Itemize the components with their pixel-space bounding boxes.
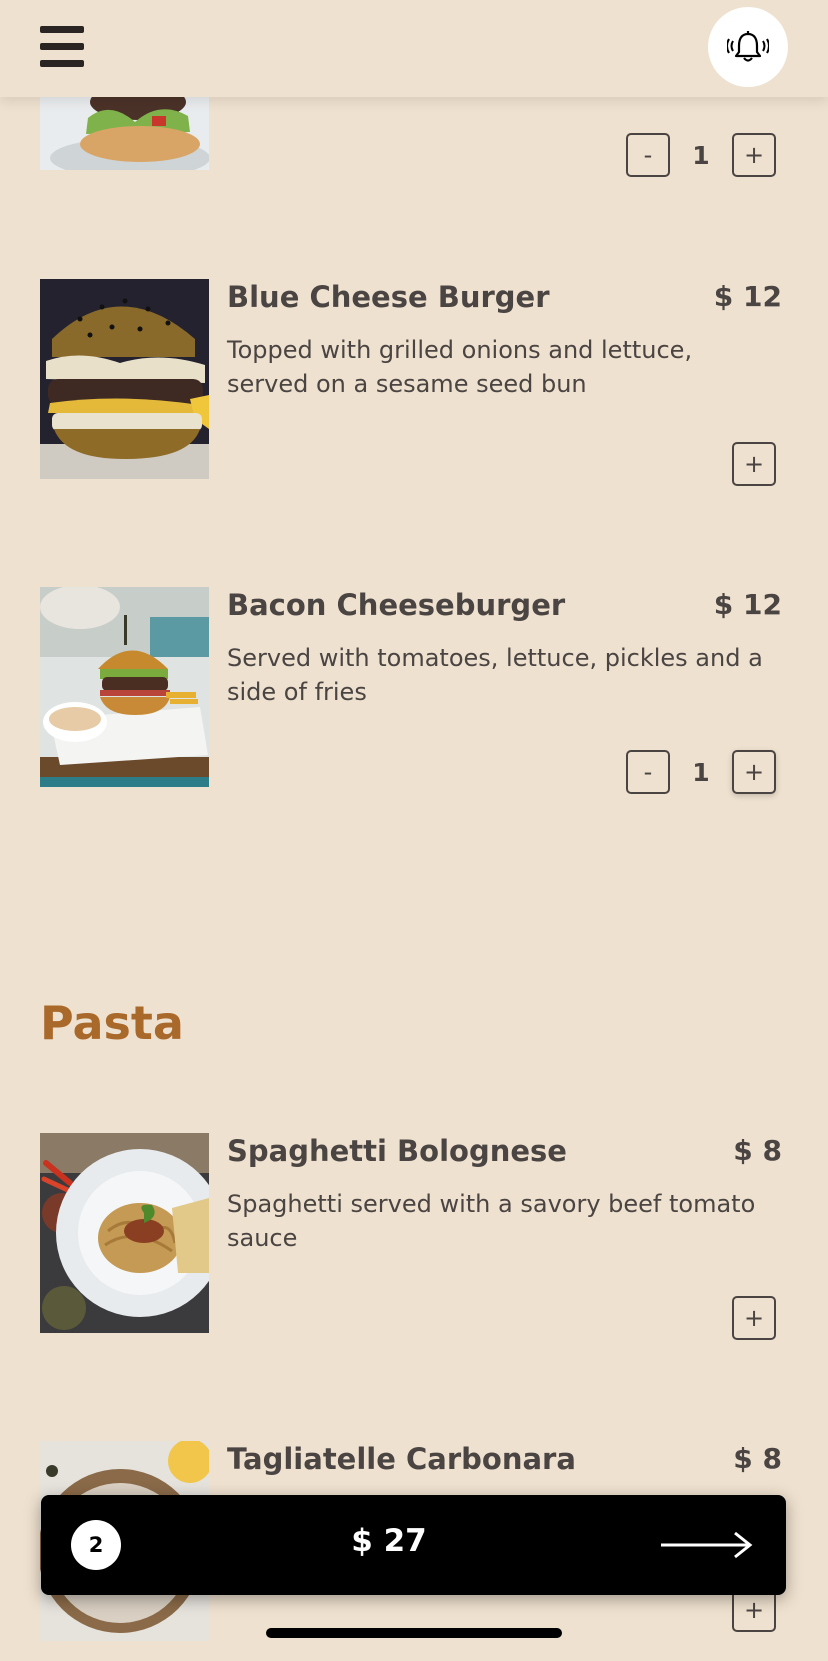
cart-total: $ 27	[351, 1523, 427, 1559]
item-price: $ 12	[713, 280, 782, 313]
item-description: Spaghetti served with a savory beef toma…	[227, 1190, 756, 1252]
top-header	[0, 0, 828, 97]
hamburger-menu-icon[interactable]	[40, 26, 84, 68]
add-item-button[interactable]: +	[732, 442, 776, 486]
section-title-pasta: Pasta	[40, 996, 184, 1050]
quantity-value: 1	[692, 140, 710, 170]
notification-button[interactable]	[708, 7, 788, 87]
item-name: Bacon Cheeseburger	[227, 588, 566, 622]
quantity-stepper: +	[732, 442, 776, 486]
item-description: Served with tomatoes, lettuce, pickles a…	[227, 644, 763, 706]
increase-quantity-button[interactable]: +	[732, 133, 776, 177]
decrease-quantity-button[interactable]: -	[626, 133, 670, 177]
item-name: Blue Cheese Burger	[227, 280, 550, 314]
item-price: $ 8	[733, 1134, 782, 1167]
home-indicator	[266, 1628, 562, 1638]
decrease-quantity-button[interactable]: -	[626, 750, 670, 794]
menu-item: Bacon Cheeseburger $ 12 Served with toma…	[40, 587, 784, 807]
quantity-value: 1	[692, 757, 710, 787]
right-arrow-icon[interactable]	[659, 1530, 753, 1560]
item-name: Tagliatelle Carbonara	[227, 1442, 576, 1476]
add-item-button[interactable]: +	[732, 1296, 776, 1340]
blue-cheese-burger-image[interactable]	[40, 279, 209, 479]
bacon-cheeseburger-image[interactable]	[40, 587, 209, 787]
spaghetti-bolognese-image[interactable]	[40, 1133, 209, 1333]
menu-item: Blue Cheese Burger $ 12 Topped with gril…	[40, 279, 784, 499]
quantity-stepper: - 1 +	[626, 750, 776, 794]
menu-item: Spaghetti Bolognese $ 8 Spaghetti served…	[40, 1133, 784, 1353]
item-price: $ 8	[733, 1442, 782, 1475]
item-description: Topped with grilled onions and lettuce, …	[227, 336, 693, 398]
increase-quantity-button[interactable]: +	[732, 750, 776, 794]
ringing-bell-icon	[727, 31, 769, 62]
cart-checkout-bar[interactable]: 2 $ 27	[41, 1495, 786, 1595]
quantity-stepper: +	[732, 1296, 776, 1340]
item-price: $ 12	[713, 588, 782, 621]
item-name: Spaghetti Bolognese	[227, 1134, 567, 1168]
quantity-stepper: - 1 +	[626, 133, 776, 177]
